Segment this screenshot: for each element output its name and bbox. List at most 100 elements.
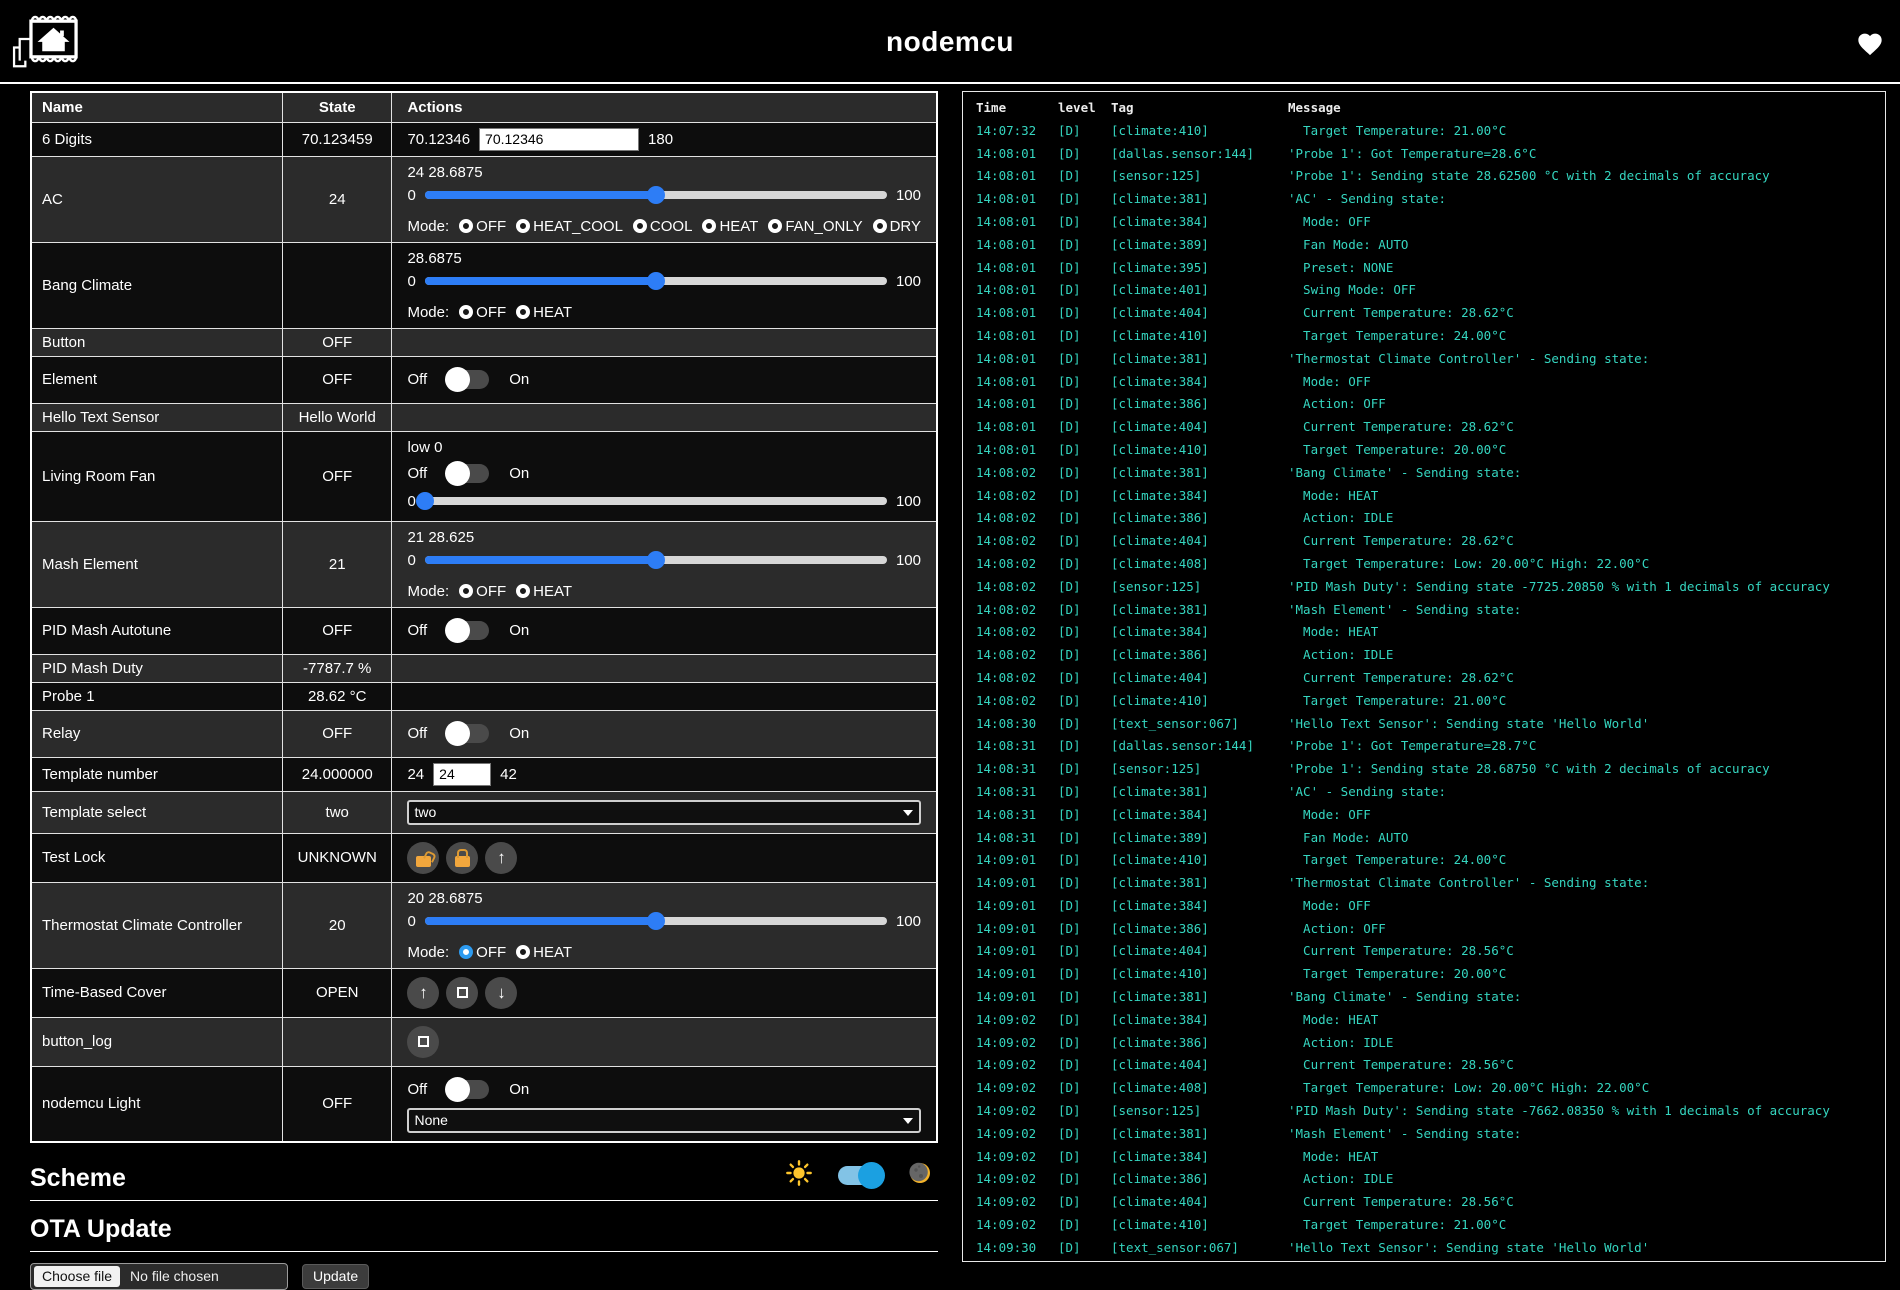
- select-widget: None: [407, 1108, 921, 1133]
- mode-radio-heat[interactable]: HEAT: [702, 218, 758, 235]
- log-tag: [climate:404]: [1111, 1191, 1288, 1214]
- button-icon: [418, 1036, 429, 1047]
- toggle-switch[interactable]: [447, 370, 489, 389]
- arrow-up-button[interactable]: ↑: [407, 977, 439, 1009]
- slider[interactable]: [425, 277, 887, 285]
- log-time: 14:08:31: [976, 804, 1058, 827]
- log-tag: [climate:410]: [1111, 849, 1288, 872]
- log-time: 14:08:30: [976, 713, 1058, 736]
- log-row: 14:09:02[D][climate:404] Current Tempera…: [976, 1054, 1885, 1077]
- press-button[interactable]: [407, 1026, 439, 1058]
- select-widget: two: [407, 800, 921, 825]
- toggle-switch[interactable]: [447, 724, 489, 743]
- mode-radio-off[interactable]: OFF: [459, 218, 506, 235]
- log-col-level: level: [1058, 97, 1111, 120]
- table-row: ElementOFFOffOn: [31, 356, 937, 403]
- mode-radio-off[interactable]: OFF: [459, 304, 506, 321]
- choose-file-button[interactable]: Choose file: [34, 1266, 120, 1287]
- entity-state: UNKNOWN: [282, 833, 392, 882]
- update-button[interactable]: Update: [302, 1264, 369, 1289]
- toggle-switch[interactable]: [447, 621, 489, 640]
- log-level: [D]: [1058, 667, 1111, 690]
- log-time: 14:08:01: [976, 234, 1058, 257]
- slider-min-label: 0: [407, 552, 415, 569]
- log-message: Action: IDLE: [1288, 507, 1885, 530]
- log-tag: [climate:410]: [1111, 120, 1288, 143]
- slider-thumb[interactable]: [647, 551, 665, 569]
- mode-radio-heat[interactable]: HEAT: [516, 304, 572, 321]
- toggle-knob[interactable]: [445, 1077, 470, 1102]
- slider[interactable]: [425, 917, 887, 925]
- slider[interactable]: [425, 556, 887, 564]
- mode-radio-off[interactable]: OFF: [459, 583, 506, 600]
- lock-button[interactable]: [446, 842, 478, 874]
- mode-radio-heat_cool[interactable]: HEAT_COOL: [516, 218, 623, 235]
- table-row: Thermostat Climate Controller2020 28.687…: [31, 882, 937, 968]
- log-level: [D]: [1058, 1100, 1111, 1123]
- mode-radio-cool[interactable]: COOL: [633, 218, 693, 235]
- log-message: Mode: OFF: [1288, 804, 1885, 827]
- slider[interactable]: [425, 497, 887, 505]
- log-tag: [sensor:125]: [1111, 576, 1288, 599]
- toggle-knob[interactable]: [445, 618, 470, 643]
- entity-state: Hello World: [282, 403, 392, 431]
- mode-radio-dry[interactable]: DRY: [873, 218, 921, 235]
- toggle-switch[interactable]: [447, 464, 489, 483]
- slider[interactable]: [425, 191, 887, 199]
- log-row: 14:08:31[D][dallas.sensor:144]'Probe 1':…: [976, 735, 1885, 758]
- entity-name: Template number: [31, 757, 282, 791]
- slider-thumb[interactable]: [416, 492, 434, 510]
- log-tag: [text_sensor:067]: [1111, 1237, 1288, 1260]
- slider-widget: 0100: [407, 913, 921, 930]
- log-level: [D]: [1058, 621, 1111, 644]
- log-panel[interactable]: TimelevelTagMessage14:07:32[D][climate:4…: [962, 91, 1886, 1262]
- mode-radio-heat[interactable]: HEAT: [516, 583, 572, 600]
- log-row: 14:08:01[D][climate:386] Action: OFF: [976, 393, 1885, 416]
- arrow-up-button[interactable]: ↑: [485, 842, 517, 874]
- log-level: [D]: [1058, 918, 1111, 941]
- scheme-title: Scheme: [30, 1164, 126, 1193]
- log-tag: [dallas.sensor:144]: [1111, 735, 1288, 758]
- entity-actions: low 0OffOn0100: [392, 431, 937, 521]
- log-level: [D]: [1058, 302, 1111, 325]
- mode-radio-fan_only[interactable]: FAN_ONLY: [768, 218, 862, 235]
- toggle-switch[interactable]: [447, 1080, 489, 1099]
- toggle-knob[interactable]: [445, 721, 470, 746]
- slider-thumb[interactable]: [647, 186, 665, 204]
- entity-state: OFF: [282, 607, 392, 654]
- slider-thumb[interactable]: [647, 272, 665, 290]
- radio-label: COOL: [650, 218, 693, 235]
- log-time: 14:08:02: [976, 530, 1058, 553]
- entity-select[interactable]: None: [407, 1108, 921, 1133]
- entity-select[interactable]: two: [407, 800, 921, 825]
- mode-radio-heat[interactable]: HEAT: [516, 944, 572, 961]
- number-input[interactable]: [433, 763, 491, 786]
- mode-options: Mode:OFFHEAT: [407, 304, 921, 321]
- log-message: Action: IDLE: [1288, 644, 1885, 667]
- slider-min-label: 0: [407, 273, 415, 290]
- log-tag: [climate:404]: [1111, 416, 1288, 439]
- toggle-knob[interactable]: [445, 367, 470, 392]
- log-tag: [climate:384]: [1111, 371, 1288, 394]
- slider-thumb[interactable]: [647, 912, 665, 930]
- entity-actions: [392, 654, 937, 682]
- heart-icon[interactable]: [1856, 30, 1884, 61]
- entity-state: OFF: [282, 431, 392, 521]
- entity-name: Living Room Fan: [31, 431, 282, 521]
- scheme-toggle[interactable]: [838, 1166, 882, 1185]
- log-message: Target Temperature: Low: 20.00°C High: 2…: [1288, 553, 1885, 576]
- arrow-down-button[interactable]: ↓: [485, 977, 517, 1009]
- file-input[interactable]: Choose file No file chosen: [30, 1263, 288, 1290]
- unlock-button[interactable]: [407, 842, 439, 874]
- toggle-knob[interactable]: [445, 461, 470, 486]
- entity-name: PID Mash Autotune: [31, 607, 282, 654]
- log-row: 14:09:01[D][climate:384] Mode: OFF: [976, 895, 1885, 918]
- radio-icon: [459, 584, 473, 598]
- log-message: Mode: HEAT: [1288, 485, 1885, 508]
- mode-radio-off[interactable]: OFF: [459, 944, 506, 961]
- number-input[interactable]: [479, 128, 639, 151]
- stop-button[interactable]: [446, 977, 478, 1009]
- ota-title: OTA Update: [30, 1215, 172, 1244]
- table-row: Mash Element2121 28.6250100Mode:OFFHEAT: [31, 521, 937, 607]
- scheme-toggle-knob[interactable]: [858, 1162, 885, 1189]
